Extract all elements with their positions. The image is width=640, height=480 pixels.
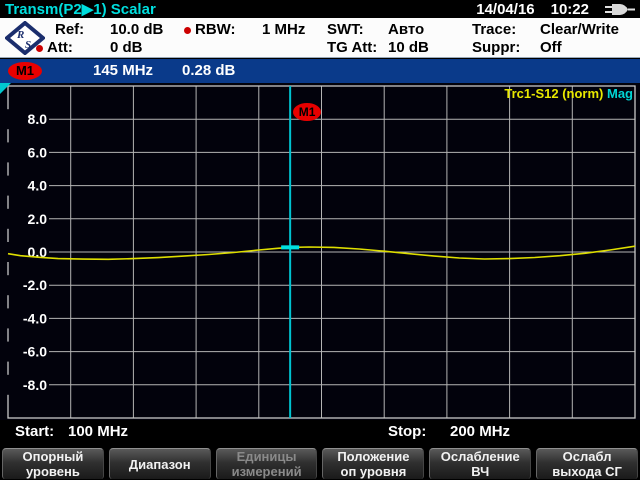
- svg-text:6.0: 6.0: [28, 144, 48, 160]
- svg-text:4.0: 4.0: [28, 178, 48, 194]
- marker-level: 0.28 dB: [182, 62, 235, 79]
- marker-readout-bar: M1 145 MHz 0.28 dB: [0, 59, 640, 83]
- softkey-bar: Опорныйуровень Диапазон Единицыизмерений…: [0, 446, 640, 480]
- softkey-reference-level[interactable]: Опорныйуровень: [2, 448, 104, 479]
- svg-text:-4.0: -4.0: [23, 310, 47, 326]
- suppr-label: Suppr:: [472, 39, 520, 56]
- rbw-change-indicator-icon: [184, 27, 191, 34]
- trace-plot: 8.06.04.02.00.0-2.0-4.0-6.0-8.0: [0, 83, 640, 420]
- suppr-value: Off: [540, 39, 562, 56]
- svg-text:R: R: [16, 29, 24, 41]
- softkey-ref-position[interactable]: Положениеоп уровня: [322, 448, 424, 479]
- softkey-rf-attenuation[interactable]: ОслаблениеВЧ: [429, 448, 531, 479]
- trace-mode-value: Clear/Write: [540, 21, 619, 38]
- instrument-screen: Transm(P2▶1) Scalar 14/04/16 10:22 R S R…: [0, 0, 640, 480]
- swt-label: SWT:: [327, 21, 364, 38]
- marker-flag[interactable]: M1: [293, 103, 321, 121]
- rbw-label: RBW:: [195, 21, 236, 38]
- frequency-range-bar: Start: 100 MHz Stop: 200 MHz: [0, 420, 640, 446]
- title-bar: Transm(P2▶1) Scalar 14/04/16 10:22: [0, 0, 640, 18]
- att-change-indicator-icon: [36, 45, 43, 52]
- svg-text:-2.0: -2.0: [23, 277, 47, 293]
- svg-text:S: S: [25, 39, 31, 51]
- stop-label: Stop:: [388, 423, 426, 440]
- att-label: Att:: [47, 39, 73, 56]
- stop-value: 200 MHz: [450, 423, 510, 440]
- softkey-tg-output-attenuation[interactable]: Ослаблвыхода СГ: [536, 448, 638, 479]
- time-display: 10:22: [551, 1, 589, 18]
- trace-name: Trc1-S12 (norm): [504, 86, 603, 101]
- svg-text:-8.0: -8.0: [23, 377, 47, 393]
- start-label: Start:: [15, 423, 54, 440]
- ref-label: Ref:: [55, 21, 84, 38]
- tg-att-label: TG Att:: [327, 39, 377, 56]
- ref-value: 10.0 dB: [110, 21, 163, 38]
- svg-text:8.0: 8.0: [28, 111, 48, 127]
- settings-header: R S Ref: 10.0 dB RBW: 1 MHz SWT: Авто Tr…: [0, 18, 640, 58]
- ac-power-icon: [605, 3, 635, 16]
- marker-frequency: 145 MHz: [93, 62, 153, 79]
- date-display: 14/04/16: [476, 1, 534, 18]
- ref-level-indicator-icon: [0, 83, 11, 94]
- trace-mode-label: Trace:: [472, 21, 516, 38]
- measurement-diagram: 8.06.04.02.00.0-2.0-4.0-6.0-8.0 Trc1-S12…: [0, 83, 640, 420]
- svg-text:2.0: 2.0: [28, 211, 48, 227]
- att-value: 0 dB: [110, 39, 143, 56]
- softkey-range[interactable]: Диапазон: [109, 448, 211, 479]
- rbw-value: 1 MHz: [262, 21, 305, 38]
- mode-title: Transm(P2▶1) Scalar: [5, 0, 156, 18]
- softkey-units[interactable]: Единицыизмерений: [216, 448, 318, 479]
- tg-att-value: 10 dB: [388, 39, 429, 56]
- start-value: 100 MHz: [68, 423, 128, 440]
- trace-mode: Mag: [607, 86, 633, 101]
- trace-info-label: Trc1-S12 (norm) Mag: [504, 86, 633, 101]
- swt-value: Авто: [388, 21, 424, 38]
- marker-badge: M1: [8, 62, 42, 80]
- svg-text:-6.0: -6.0: [23, 344, 47, 360]
